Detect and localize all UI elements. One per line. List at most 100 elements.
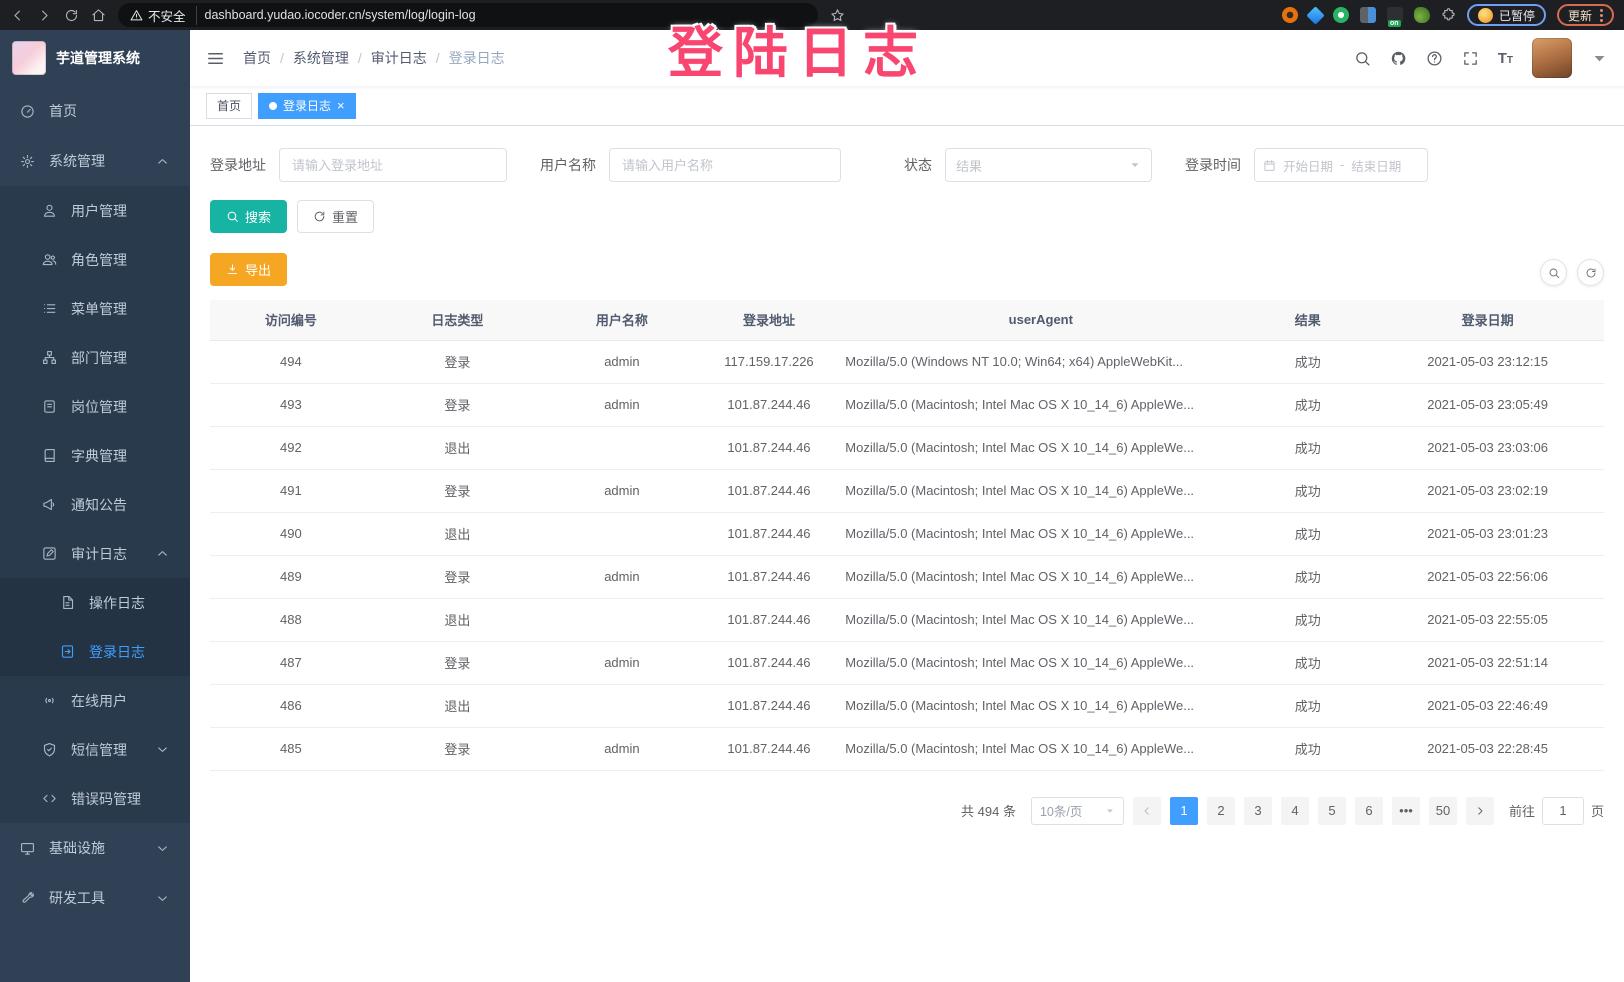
address-bar[interactable]: 不安全 dashboard.yudao.iocoder.cn/system/lo… — [118, 3, 818, 27]
login-address-input[interactable] — [279, 148, 507, 182]
sidebar-item-label: 部门管理 — [71, 348, 127, 368]
page-button-50[interactable]: 50 — [1429, 797, 1457, 825]
sidebar-item-infrastructure[interactable]: 基础设施 — [0, 823, 190, 873]
fullscreen-icon[interactable] — [1462, 50, 1479, 67]
sidebar-item-login-log[interactable]: 登录日志 — [0, 627, 190, 676]
page-size-select[interactable]: 10条/页 — [1031, 797, 1124, 825]
toggle-search-button[interactable] — [1540, 259, 1567, 286]
sidebar-item-home[interactable]: 首页 — [0, 86, 190, 136]
extension-icon-plant[interactable] — [1414, 7, 1430, 23]
export-button[interactable]: 导出 — [210, 253, 287, 286]
cell-date: 2021-05-03 22:28:45 — [1371, 727, 1604, 770]
page-button-3[interactable]: 3 — [1244, 797, 1272, 825]
tags-view-bar: 首页登录日志× — [190, 86, 1624, 126]
sidebar-item-notice-management[interactable]: 通知公告 — [0, 480, 190, 529]
table-row[interactable]: 491登录admin101.87.244.46Mozilla/5.0 (Maci… — [210, 469, 1604, 512]
breadcrumb-item[interactable]: 首页 — [243, 48, 271, 68]
cell-agent: Mozilla/5.0 (Macintosh; Intel Mac OS X 1… — [837, 469, 1244, 512]
breadcrumb-item[interactable]: 系统管理 — [293, 48, 349, 68]
cell-id: 491 — [210, 469, 372, 512]
sidebar-item-user-management[interactable]: 用户管理 — [0, 186, 190, 235]
sidebar-item-label: 首页 — [49, 101, 77, 121]
sidebar-item-dept-management[interactable]: 部门管理 — [0, 333, 190, 382]
sms-management-icon — [42, 742, 57, 757]
sidebar-item-audit-log[interactable]: 审计日志 — [0, 529, 190, 578]
tag-active[interactable]: 登录日志× — [258, 93, 356, 119]
cell-type: 登录 — [372, 641, 543, 684]
cell-date: 2021-05-03 23:02:19 — [1371, 469, 1604, 512]
table-row[interactable]: 489登录admin101.87.244.46Mozilla/5.0 (Maci… — [210, 555, 1604, 598]
sidebar-item-post-management[interactable]: 岗位管理 — [0, 382, 190, 431]
profile-avatar — [1478, 8, 1493, 23]
sidebar-item-sms-management[interactable]: 短信管理 — [0, 725, 190, 774]
browser-forward-icon[interactable] — [37, 8, 52, 23]
page-button-4[interactable]: 4 — [1281, 797, 1309, 825]
table-header-访问编号: 访问编号 — [210, 300, 372, 340]
security-chip[interactable]: 不安全 — [130, 6, 197, 25]
sidebar-item-dict-management[interactable]: 字典管理 — [0, 431, 190, 480]
sidebar-item-role-management[interactable]: 角色管理 — [0, 235, 190, 284]
refresh-table-button[interactable] — [1577, 259, 1604, 286]
search-icon — [1548, 267, 1560, 279]
sidebar-item-dev-tools[interactable]: 研发工具 — [0, 873, 190, 923]
status-select[interactable]: 结果 — [945, 148, 1152, 182]
search-button[interactable]: 搜索 — [210, 200, 287, 233]
table-row[interactable]: 493登录admin101.87.244.46Mozilla/5.0 (Maci… — [210, 383, 1604, 426]
avatar-caret-icon[interactable] — [1591, 50, 1608, 67]
browser-back-icon[interactable] — [10, 8, 25, 23]
page-button-6[interactable]: 6 — [1355, 797, 1383, 825]
goto-page-input[interactable] — [1542, 797, 1584, 825]
reset-button[interactable]: 重置 — [297, 200, 374, 233]
prev-page-button[interactable] — [1133, 797, 1161, 825]
sidebar-item-operation-log[interactable]: 操作日志 — [0, 578, 190, 627]
extension-icon-orange[interactable] — [1282, 7, 1298, 23]
sidebar-item-menu-management[interactable]: 菜单管理 — [0, 284, 190, 333]
page-ellipsis[interactable]: ••• — [1392, 797, 1420, 825]
sidebar-logo-row[interactable]: 芋道管理系统 — [0, 30, 190, 86]
cell-result: 成功 — [1244, 340, 1371, 383]
sidebar-item-label: 登录日志 — [89, 642, 145, 662]
table-row[interactable]: 487登录admin101.87.244.46Mozilla/5.0 (Maci… — [210, 641, 1604, 684]
sidebar-item-online-users[interactable]: 在线用户 — [0, 676, 190, 725]
tag-close-icon[interactable]: × — [337, 99, 345, 112]
sidebar-item-label: 审计日志 — [71, 544, 127, 564]
sidebar-item-error-code-management[interactable]: 错误码管理 — [0, 774, 190, 823]
extensions-puzzle-icon[interactable] — [1441, 8, 1456, 23]
date-end-placeholder: 结束日期 — [1351, 156, 1401, 175]
operation-log-icon — [60, 595, 75, 610]
page-button-5[interactable]: 5 — [1318, 797, 1346, 825]
online-users-icon — [42, 693, 57, 708]
next-page-button[interactable] — [1466, 797, 1494, 825]
help-icon[interactable] — [1426, 50, 1443, 67]
browser-home-icon[interactable] — [91, 8, 106, 23]
sidebar-toggle-icon[interactable] — [206, 49, 225, 68]
tag-item[interactable]: 首页 — [206, 93, 252, 119]
github-icon[interactable] — [1390, 50, 1407, 67]
bookmark-star-icon[interactable] — [830, 8, 845, 23]
cell-agent: Mozilla/5.0 (Macintosh; Intel Mac OS X 1… — [837, 684, 1244, 727]
extension-icon-green-check[interactable] — [1333, 7, 1349, 23]
browser-menu-icon[interactable] — [1600, 9, 1603, 22]
extension-icon-grid[interactable] — [1360, 7, 1376, 23]
browser-profile-chip[interactable]: 已暂停 — [1467, 4, 1546, 26]
sidebar-item-system-management[interactable]: 系统管理 — [0, 136, 190, 186]
page-button-2[interactable]: 2 — [1207, 797, 1235, 825]
user-avatar[interactable] — [1532, 38, 1572, 78]
table-row[interactable]: 486退出101.87.244.46Mozilla/5.0 (Macintosh… — [210, 684, 1604, 727]
breadcrumb-item[interactable]: 审计日志 — [371, 48, 427, 68]
header-search-icon[interactable] — [1354, 50, 1371, 67]
page-button-1[interactable]: 1 — [1170, 797, 1198, 825]
table-row[interactable]: 492退出101.87.244.46Mozilla/5.0 (Macintosh… — [210, 426, 1604, 469]
table-row[interactable]: 490退出101.87.244.46Mozilla/5.0 (Macintosh… — [210, 512, 1604, 555]
cell-user: admin — [543, 641, 701, 684]
font-size-icon[interactable]: TT — [1498, 50, 1513, 67]
browser-update-button[interactable]: 更新 — [1557, 4, 1614, 26]
extension-icon-blue-gem[interactable] — [1306, 6, 1324, 24]
browser-reload-icon[interactable] — [64, 8, 79, 23]
table-row[interactable]: 485登录admin101.87.244.46Mozilla/5.0 (Maci… — [210, 727, 1604, 770]
table-row[interactable]: 494登录admin117.159.17.226Mozilla/5.0 (Win… — [210, 340, 1604, 383]
login-time-range-picker[interactable]: 开始日期 - 结束日期 — [1254, 148, 1428, 182]
username-input[interactable] — [609, 148, 841, 182]
table-row[interactable]: 488退出101.87.244.46Mozilla/5.0 (Macintosh… — [210, 598, 1604, 641]
cell-user — [543, 684, 701, 727]
